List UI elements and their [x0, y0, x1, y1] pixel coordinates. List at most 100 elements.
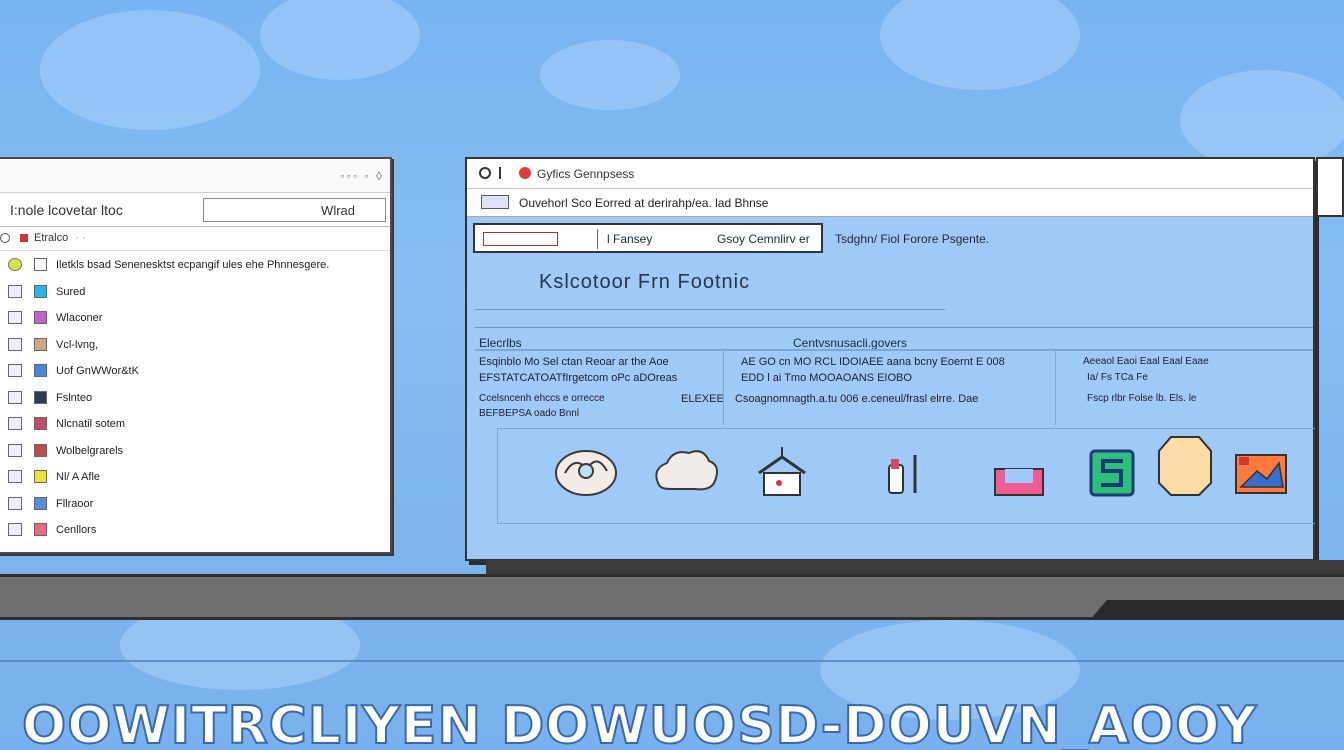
- cloud-decoration: [260, 0, 420, 80]
- window-close-icon[interactable]: [479, 167, 491, 179]
- app-icon: [34, 284, 47, 298]
- side-window-edge[interactable]: [1316, 157, 1344, 217]
- search-input[interactable]: Wlrad: [203, 198, 386, 222]
- list-item-label: Cenllors: [56, 524, 97, 536]
- cell-c1-r1: Esqinblo Mo Sel ctan Reoar ar the Aoe: [479, 356, 669, 368]
- tab-bar: l Fansey Gsoy Cemnlirv er: [473, 223, 823, 253]
- app-icon: [34, 496, 47, 510]
- tab-fansey[interactable]: l Fansey: [607, 232, 652, 246]
- monitor-stand-base: [1090, 600, 1344, 620]
- list-item[interactable]: Iletkls bsad Senenesktst ecpangif ules e…: [0, 251, 390, 278]
- file-type-icon: [8, 390, 22, 404]
- list-item[interactable]: Fslnteo: [0, 384, 390, 411]
- app-s-icon[interactable]: [1087, 445, 1137, 501]
- list-item-label: Uof GnWWor&tK: [56, 365, 139, 377]
- section-label-mid: Centvsnusacli.govers: [793, 336, 908, 350]
- back-icon[interactable]: [0, 233, 10, 243]
- tab-grid-icon[interactable]: [483, 232, 558, 246]
- window-title: Gyfics Gennpsess: [537, 167, 635, 181]
- list-item[interactable]: Wolbelgrarels: [0, 437, 390, 464]
- list-item[interactable]: Cenllors: [0, 516, 390, 543]
- app-icon: [34, 523, 47, 536]
- app-icon: [34, 470, 47, 483]
- cell-c3-r2: Ia/ Fs TCa Fe: [1087, 372, 1148, 383]
- list-item[interactable]: Fllraoor: [0, 490, 390, 517]
- list-item[interactable]: Vcl-lvng,: [0, 331, 390, 358]
- cloud-icon[interactable]: [649, 445, 719, 501]
- file-type-icon: [8, 364, 22, 377]
- file-type-icon: [8, 470, 22, 483]
- list-item[interactable]: Uof GnWWor&tK: [0, 357, 390, 384]
- column-divider: [1055, 351, 1056, 425]
- main-window: Gyfics Gennpsess Ouvehorl Sco Eorred at …: [465, 157, 1315, 561]
- toolbar: I:nole lcovetar ltoc Wlrad: [0, 193, 390, 227]
- app-icon: [34, 337, 47, 351]
- column-divider: [475, 349, 1313, 351]
- section-label-left: Elecrlbs: [479, 336, 522, 350]
- cell-c1-r3b: ELEXEE: [681, 393, 724, 405]
- file-type-icon: [8, 311, 22, 324]
- title-bar[interactable]: Gyfics Gennpsess: [467, 159, 1313, 189]
- list-item[interactable]: Wlaconer: [0, 304, 390, 331]
- cell-c3-r1: Aeeaol Eaoi Eaal Eaal Eaae: [1083, 356, 1209, 367]
- list-item-label: Wlaconer: [56, 312, 103, 324]
- cloud-decoration: [880, 0, 1080, 90]
- image-icon[interactable]: [1233, 449, 1289, 497]
- cloud-decoration: [1180, 70, 1344, 170]
- list-item[interactable]: Sured: [0, 278, 390, 305]
- file-type-icon: [8, 258, 22, 271]
- file-type-icon: [8, 417, 22, 430]
- tray-icon[interactable]: [991, 445, 1047, 501]
- cell-c1-r3: Ccelsncenh ehccs e orrecce: [479, 393, 605, 404]
- window-maximize-icon[interactable]: [519, 167, 531, 179]
- folder-icon: [20, 234, 28, 242]
- tool-icon[interactable]: [883, 445, 937, 499]
- path-label[interactable]: Etralco · ·: [34, 232, 86, 244]
- house-icon[interactable]: [755, 445, 809, 499]
- cell-c2-r3: Csoagnomnagth.a.tu 006 e.ceneul/frasl el…: [735, 393, 979, 405]
- path-text: Etralco: [34, 232, 69, 244]
- cell-c3-r3: Fscp rlbr Folse lb. Els. le: [1087, 393, 1197, 404]
- app-icon: [34, 443, 47, 457]
- list-item-label: Vcl-lvng,: [56, 338, 99, 351]
- header-note: Tsdghn/ Fiol Forore Psgente.: [835, 232, 990, 246]
- file-list: Iletkls bsad Senenesktst ecpangif ules e…: [0, 251, 390, 543]
- file-type-icon: [8, 284, 22, 298]
- window-minimize-icon[interactable]: [499, 167, 507, 179]
- path-bar: Etralco · ·: [0, 227, 390, 251]
- file-type-icon: [8, 337, 22, 351]
- column-divider: [723, 351, 724, 425]
- address-text[interactable]: Ouvehorl Sco Eorred at derirahp/ea. lad …: [519, 196, 768, 210]
- list-item-label: Iletkls bsad Senenesktst ecpangif ules e…: [56, 259, 330, 271]
- list-item-label: Nlcnatil sotem: [56, 418, 126, 430]
- list-item-label: Nl/ A Afle: [56, 471, 101, 483]
- app-icon: [34, 390, 47, 404]
- app-icon: [34, 364, 47, 377]
- toolbar-label: I:nole lcovetar ltoc: [10, 202, 123, 218]
- file-type-icon: [8, 496, 22, 510]
- cell-c2-r2: EDD l ai Tmo MOOAOANS EIOBO: [741, 372, 912, 384]
- cell-c1-r2: EFSTATCATOATfIrgetcom oPc aDOreas: [479, 372, 678, 384]
- file-browser-window: ◦◦◦ ◦ ◊ I:nole lcovetar ltoc Wlrad Etral…: [0, 157, 392, 554]
- address-bar[interactable]: Ouvehorl Sco Eorred at derirahp/ea. lad …: [467, 189, 1313, 217]
- cell-c2-r1: AE GO cn MO RCL IDOIAEE aana bcny Eoernt…: [741, 356, 1005, 368]
- divider: [475, 309, 945, 310]
- floor-line: [0, 660, 1344, 662]
- brain-icon[interactable]: [553, 445, 619, 499]
- path-suffix: · ·: [75, 232, 86, 244]
- window-controls[interactable]: ◦◦◦ ◦ ◊: [340, 169, 384, 183]
- list-item[interactable]: Nl/ A Afle: [0, 463, 390, 490]
- divider: [475, 327, 1313, 328]
- file-type-icon: [8, 523, 22, 536]
- app-icon: [34, 417, 47, 430]
- banner-text: OOWITRCLIYEN DOWUOSD-DOUVN_AOOY: [21, 696, 1258, 750]
- note-icon[interactable]: [1157, 435, 1213, 497]
- tab-gsoy[interactable]: Gsoy Cemnlirv er: [717, 232, 810, 246]
- list-item-label: Fllraoor: [56, 497, 94, 510]
- list-item-label: Wolbelgrarels: [56, 444, 124, 457]
- page-heading: Kslcotoor Frn Footnic: [539, 271, 751, 293]
- title-bar[interactable]: ◦◦◦ ◦ ◊: [0, 159, 390, 193]
- cloud-decoration: [40, 10, 260, 130]
- app-icon: [34, 311, 47, 324]
- list-item[interactable]: Nlcnatil sotem: [0, 410, 390, 437]
